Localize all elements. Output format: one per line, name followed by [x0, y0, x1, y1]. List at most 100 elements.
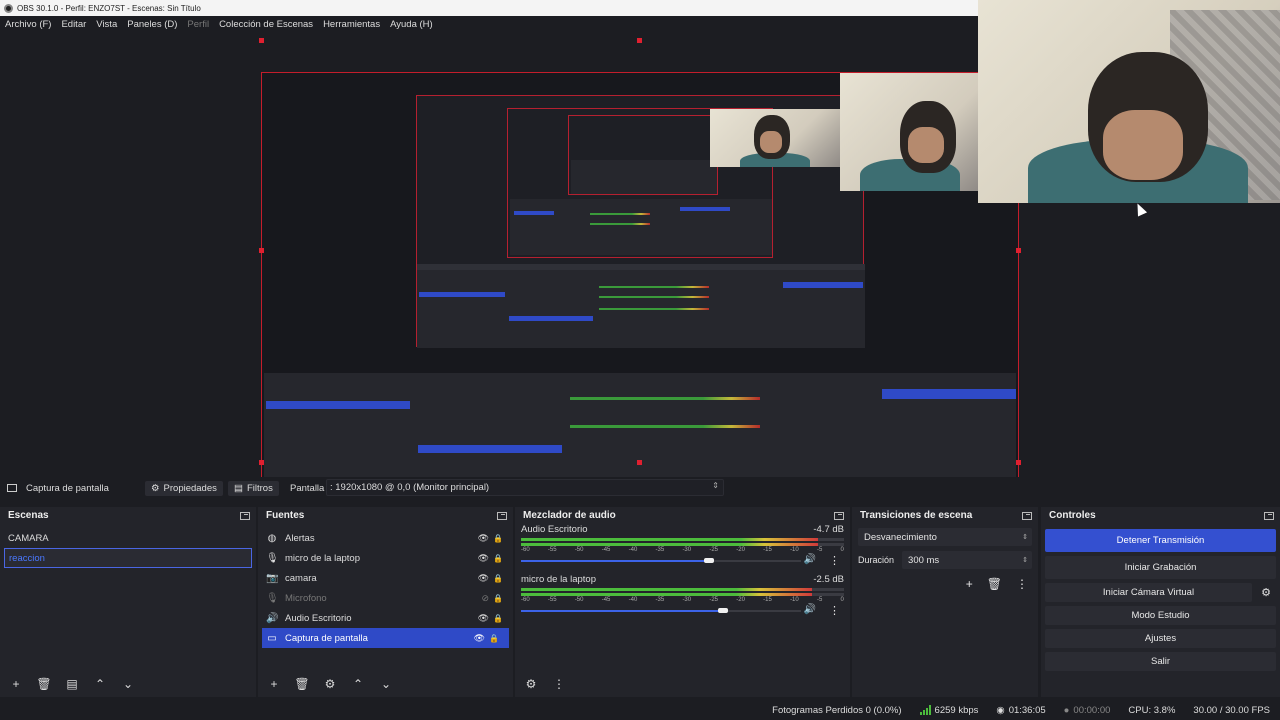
menu-ayuda[interactable]: Ayuda (H)	[390, 19, 433, 30]
remove-transition-icon[interactable]: 🗑	[987, 577, 1002, 591]
globe-icon: ◍	[267, 532, 277, 544]
speaker-icon[interactable]: 🔊	[804, 604, 816, 615]
lock-icon[interactable]: 🔒	[493, 594, 503, 603]
lock-icon[interactable]: 🔒	[489, 634, 499, 643]
meter-ticks: -60 -55 -50 -45 -40 -35 -30 -25 -20 -15 -10 -5 0	[521, 597, 844, 605]
lock-icon[interactable]: 🔒	[493, 534, 503, 543]
lock-icon[interactable]: 🔒	[493, 554, 503, 563]
volume-meter	[521, 543, 844, 546]
volume-meter	[521, 588, 844, 591]
preview-canvas[interactable]	[261, 72, 1019, 495]
scene-list: CAMARA reaccion	[0, 524, 256, 568]
scene-filters-icon[interactable]: ▤	[64, 676, 80, 692]
move-down-icon[interactable]: ⌄	[120, 676, 136, 692]
undock-icon[interactable]	[834, 511, 844, 520]
display-label: Pantalla	[290, 482, 325, 494]
eye-icon[interactable]: 👁	[478, 573, 489, 584]
stop-streaming-button[interactable]: Detener Transmisión	[1045, 529, 1276, 552]
scenes-dock: Escenas CAMARA reaccion + 🗑 ▤ ⌃ ⌄	[0, 507, 256, 697]
remove-source-icon[interactable]: 🗑	[294, 676, 310, 692]
start-virtual-camera-button[interactable]: Iniciar Cámara Virtual	[1045, 583, 1252, 602]
mixer-title: Mezclador de audio	[523, 510, 616, 521]
lock-icon[interactable]: 🔒	[493, 574, 503, 583]
settings-button[interactable]: Ajustes	[1045, 629, 1276, 648]
transform-handle[interactable]	[637, 460, 642, 465]
transform-handle[interactable]	[1016, 460, 1021, 465]
source-properties-icon[interactable]: ⚙	[322, 676, 338, 692]
add-transition-icon[interactable]: +	[966, 577, 973, 591]
eye-hidden-icon[interactable]: ⊘	[481, 593, 489, 604]
source-item-captura-pantalla[interactable]: ▭ Captura de pantalla 👁 🔒	[262, 628, 509, 648]
stream-icon: ◉	[996, 704, 1005, 716]
window-title: OBS 30.1.0 - Perfil: ENZO7ST - Escenas: …	[17, 3, 201, 13]
menu-perfil[interactable]: Perfil	[187, 19, 209, 30]
transform-handle[interactable]	[637, 38, 642, 43]
menu-archivo[interactable]: Archivo (F)	[5, 19, 51, 30]
advanced-audio-icon[interactable]: ⚙	[523, 676, 539, 692]
virtual-camera-settings-icon[interactable]: ⚙	[1256, 586, 1276, 599]
menu-vista[interactable]: Vista	[96, 19, 117, 30]
move-up-icon[interactable]: ⌃	[92, 676, 108, 692]
source-item-camara[interactable]: 📷 camara 👁 🔒	[258, 568, 513, 588]
menu-editar[interactable]: Editar	[61, 19, 86, 30]
gear-icon: ⚙	[151, 482, 160, 494]
fps: 30.00 / 30.00 FPS	[1193, 704, 1270, 716]
speaker-icon: 🔊	[266, 612, 279, 624]
properties-button[interactable]: ⚙ Propiedades	[145, 480, 223, 496]
meter-tick-label: -10	[790, 597, 799, 603]
undock-icon[interactable]	[1022, 511, 1032, 520]
transform-handle[interactable]	[259, 248, 264, 253]
studio-mode-button[interactable]: Modo Estudio	[1045, 606, 1276, 625]
speaker-icon[interactable]: 🔊	[804, 554, 816, 565]
eye-icon[interactable]: 👁	[478, 553, 489, 564]
transform-handle[interactable]	[259, 460, 264, 465]
chevron-updown-icon: ⇕	[712, 481, 719, 490]
volume-slider[interactable]	[521, 558, 801, 563]
meter-tick-label: -25	[709, 597, 719, 603]
undock-icon[interactable]	[1264, 511, 1274, 520]
menu-herramientas[interactable]: Herramientas	[323, 19, 380, 30]
volume-slider[interactable]	[521, 608, 801, 613]
remove-scene-icon[interactable]: 🗑	[36, 676, 52, 692]
menu-paneles[interactable]: Paneles (D)	[127, 19, 177, 30]
exit-button[interactable]: Salir	[1045, 652, 1276, 671]
lock-icon[interactable]: 🔒	[493, 614, 503, 623]
move-up-icon[interactable]: ⌃	[350, 676, 366, 692]
source-item-audio-escritorio[interactable]: 🔊 Audio Escritorio 👁 🔒	[258, 608, 513, 628]
move-down-icon[interactable]: ⌄	[378, 676, 394, 692]
menu-coleccion-escenas[interactable]: Colección de Escenas	[219, 19, 313, 30]
controls-dock: Controles Detener Transmisión Iniciar Gr…	[1041, 507, 1280, 697]
source-item-micro-laptop[interactable]: 🎙 micro de la laptop 👁 🔒	[258, 548, 513, 568]
transform-handle[interactable]	[1016, 248, 1021, 253]
meter-tick-label: -20	[736, 597, 745, 603]
more-icon[interactable]: ⋮	[1016, 577, 1028, 591]
more-icon[interactable]: ⋮	[829, 604, 840, 617]
add-source-icon[interactable]: +	[266, 676, 282, 692]
eye-icon[interactable]: 👁	[474, 633, 485, 644]
undock-icon[interactable]	[497, 511, 507, 520]
bitrate: 6259 kbps	[934, 704, 979, 716]
duration-label: Duración	[858, 555, 895, 565]
eye-icon[interactable]: 👁	[478, 613, 489, 624]
meter-tick-label: 0	[840, 547, 844, 553]
duration-spinbox[interactable]: 300 ms ⇕	[902, 551, 1032, 569]
add-scene-icon[interactable]: +	[8, 676, 24, 692]
obs-logo-icon	[4, 3, 13, 13]
transition-select[interactable]: Desvanecimiento ⇕	[858, 528, 1032, 546]
more-icon[interactable]: ⋮	[829, 554, 840, 567]
window-title-bar: OBS 30.1.0 - Perfil: ENZO7ST - Escenas: …	[0, 0, 978, 16]
transform-handle[interactable]	[259, 38, 264, 43]
filters-button[interactable]: ▤ Filtros	[228, 480, 279, 496]
channel-db: -4.7 dB	[813, 524, 844, 535]
meter-tick-label: -20	[736, 547, 745, 553]
meter-tick-label: -35	[655, 597, 665, 603]
source-item-alertas[interactable]: ◍ Alertas 👁 🔒	[258, 528, 513, 548]
scene-item-camara[interactable]: CAMARA	[0, 528, 256, 548]
eye-icon[interactable]: 👁	[478, 533, 489, 544]
undock-icon[interactable]	[240, 511, 250, 520]
start-recording-button[interactable]: Iniciar Grabación	[1045, 556, 1276, 579]
more-icon[interactable]: ⋮	[551, 676, 567, 692]
source-item-microfono[interactable]: 🎙 Microfono ⊘ 🔒	[258, 588, 513, 608]
display-select[interactable]: : 1920x1080 @ 0,0 (Monitor principal) ⇕	[326, 479, 724, 496]
scene-item-reaccion[interactable]: reaccion	[4, 548, 252, 568]
